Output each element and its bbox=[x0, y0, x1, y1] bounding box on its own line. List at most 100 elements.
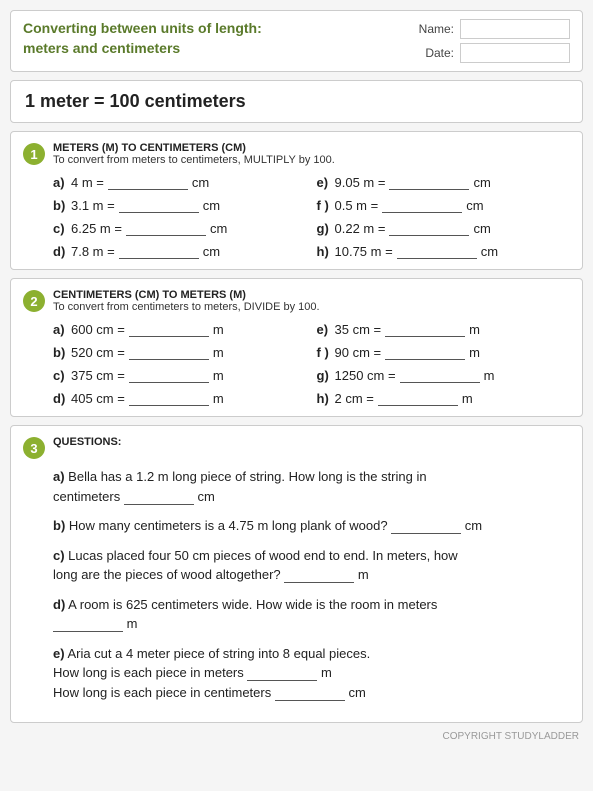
qb-text: b) How many centimeters is a 4.75 m long… bbox=[53, 518, 391, 533]
problem-unit: cm bbox=[481, 244, 498, 259]
problem-value: 10.75 m = bbox=[335, 244, 393, 259]
section2-title: CENTIMETERS (cm) to METERS (m) bbox=[53, 289, 570, 301]
answer-input[interactable] bbox=[389, 174, 469, 190]
qd-answer[interactable] bbox=[53, 616, 123, 632]
qe-answer-cm[interactable] bbox=[275, 685, 345, 701]
problem-value: 4 m = bbox=[71, 175, 104, 190]
answer-input[interactable] bbox=[119, 197, 199, 213]
answer-input[interactable] bbox=[400, 367, 480, 383]
problem-unit: cm bbox=[210, 221, 227, 236]
title-line2: meters and centimeters bbox=[23, 39, 262, 59]
answer-input[interactable] bbox=[129, 367, 209, 383]
qc-answer[interactable] bbox=[284, 567, 354, 583]
answer-input[interactable] bbox=[108, 174, 188, 190]
answer-input[interactable] bbox=[126, 220, 206, 236]
section2-number: 2 bbox=[23, 290, 45, 312]
name-input[interactable] bbox=[460, 19, 570, 39]
date-label: Date: bbox=[425, 46, 454, 60]
qb-unit: cm bbox=[465, 518, 482, 533]
problem-label: f ) bbox=[317, 198, 331, 213]
answer-input[interactable] bbox=[382, 197, 462, 213]
problem-value: 375 cm = bbox=[71, 368, 125, 383]
section1-number: 1 bbox=[23, 143, 45, 165]
answer-input[interactable] bbox=[129, 321, 209, 337]
problem-item: b) 3.1 m = cm bbox=[53, 197, 307, 213]
header-box: Converting between units of length: mete… bbox=[10, 10, 583, 72]
problem-label: h) bbox=[317, 391, 331, 406]
problem-item: b) 520 cm = m bbox=[53, 344, 307, 360]
problem-label: a) bbox=[53, 322, 67, 337]
answer-input[interactable] bbox=[397, 243, 477, 259]
qd-text: d) A room is 625 centimeters wide. How w… bbox=[53, 597, 437, 612]
answer-input[interactable] bbox=[129, 390, 209, 406]
problem-label: c) bbox=[53, 368, 67, 383]
section3-number: 3 bbox=[23, 437, 45, 459]
title-line1: Converting between units of length: bbox=[23, 19, 262, 39]
problem-value: 35 cm = bbox=[335, 322, 382, 337]
problem-label: e) bbox=[317, 175, 331, 190]
problem-unit: cm bbox=[473, 175, 490, 190]
qc-text: c) Lucas placed four 50 cm pieces of woo… bbox=[53, 548, 458, 563]
problem-unit: cm bbox=[473, 221, 490, 236]
section1-title: METERS (m) to CENTIMETERS (cm) bbox=[53, 142, 570, 154]
answer-input[interactable] bbox=[129, 344, 209, 360]
qe-unit-cm: cm bbox=[348, 685, 365, 700]
problem-item: h) 10.75 m = cm bbox=[317, 243, 571, 259]
problem-value: 600 cm = bbox=[71, 322, 125, 337]
section1-problems: a) 4 m = cm e) 9.05 m = cm b) 3.1 m = cm… bbox=[23, 174, 570, 259]
problem-label: f ) bbox=[317, 345, 331, 360]
answer-input[interactable] bbox=[389, 220, 469, 236]
problem-item: e) 9.05 m = cm bbox=[317, 174, 571, 190]
section2-instruction: To convert from centimeters to meters, D… bbox=[53, 301, 570, 313]
problem-item: a) 600 cm = m bbox=[53, 321, 307, 337]
problem-value: 6.25 m = bbox=[71, 221, 122, 236]
section2-box: 2 CENTIMETERS (cm) to METERS (m) To conv… bbox=[10, 278, 583, 417]
page: Converting between units of length: mete… bbox=[0, 0, 593, 791]
problem-item: g) 0.22 m = cm bbox=[317, 220, 571, 236]
problem-label: d) bbox=[53, 244, 67, 259]
problem-unit: cm bbox=[203, 244, 220, 259]
problem-label: g) bbox=[317, 221, 331, 236]
section1-box: 1 METERS (m) to CENTIMETERS (cm) To conv… bbox=[10, 131, 583, 270]
copyright: COPYRIGHT STUDYLADDER bbox=[10, 731, 583, 742]
problem-item: a) 4 m = cm bbox=[53, 174, 307, 190]
qc-text2: long are the pieces of wood altogether? bbox=[53, 567, 284, 582]
section1-instruction: To convert from meters to centimeters, M… bbox=[53, 154, 570, 166]
problem-value: 9.05 m = bbox=[335, 175, 386, 190]
qa-answer[interactable] bbox=[124, 489, 194, 505]
qe-text: e) Aria cut a 4 meter piece of string in… bbox=[53, 646, 370, 661]
problem-item: f ) 90 cm = m bbox=[317, 344, 571, 360]
problem-label: e) bbox=[317, 322, 331, 337]
problem-value: 90 cm = bbox=[335, 345, 382, 360]
problem-unit: m bbox=[469, 322, 480, 337]
problem-item: e) 35 cm = m bbox=[317, 321, 571, 337]
date-row: Date: bbox=[425, 43, 570, 63]
answer-input[interactable] bbox=[119, 243, 199, 259]
qe-unit-m: m bbox=[321, 665, 332, 680]
qe-text3: How long is each piece in centimeters bbox=[53, 685, 275, 700]
qb-answer[interactable] bbox=[391, 518, 461, 534]
problem-label: a) bbox=[53, 175, 67, 190]
question-c: c) Lucas placed four 50 cm pieces of woo… bbox=[53, 546, 570, 585]
problem-unit: m bbox=[484, 368, 495, 383]
header-fields: Name: Date: bbox=[410, 19, 570, 63]
problem-label: h) bbox=[317, 244, 331, 259]
problem-label: c) bbox=[53, 221, 67, 236]
date-input[interactable] bbox=[460, 43, 570, 63]
question-b: b) How many centimeters is a 4.75 m long… bbox=[53, 516, 570, 536]
problem-item: c) 375 cm = m bbox=[53, 367, 307, 383]
problem-value: 1250 cm = bbox=[335, 368, 396, 383]
header-title: Converting between units of length: mete… bbox=[23, 19, 262, 58]
qe-answer-m[interactable] bbox=[247, 665, 317, 681]
qe-text2: How long is each piece in meters bbox=[53, 665, 247, 680]
name-row: Name: bbox=[419, 19, 570, 39]
answer-input[interactable] bbox=[385, 344, 465, 360]
answer-input[interactable] bbox=[378, 390, 458, 406]
problem-unit: cm bbox=[203, 198, 220, 213]
problem-value: 7.8 m = bbox=[71, 244, 115, 259]
question-e: e) Aria cut a 4 meter piece of string in… bbox=[53, 644, 570, 703]
problem-unit: m bbox=[213, 322, 224, 337]
answer-input[interactable] bbox=[385, 321, 465, 337]
question-a: a) Bella has a 1.2 m long piece of strin… bbox=[53, 467, 570, 506]
problem-item: g) 1250 cm = m bbox=[317, 367, 571, 383]
